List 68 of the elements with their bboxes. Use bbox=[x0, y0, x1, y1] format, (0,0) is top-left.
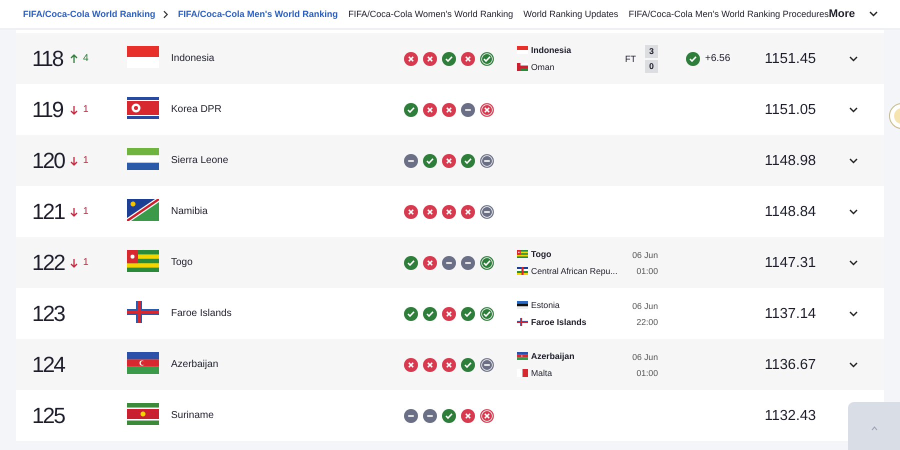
chevron-down-icon bbox=[849, 260, 858, 266]
chevron-down-icon bbox=[849, 362, 858, 368]
rank-number: 123 bbox=[32, 300, 66, 326]
total-points: 1136.67 bbox=[764, 356, 816, 372]
total-points: 1151.45 bbox=[764, 50, 816, 66]
score: 0 bbox=[645, 60, 658, 72]
nav-link[interactable]: World Ranking Updates bbox=[523, 9, 618, 19]
match-time: 01:00 bbox=[636, 368, 658, 378]
match-team: Faroe Islands bbox=[531, 317, 586, 327]
match-team: Estonia bbox=[531, 300, 560, 310]
total-points: 1147.31 bbox=[764, 254, 816, 270]
team-name: Togo bbox=[171, 257, 194, 268]
total-points: 1137.14 bbox=[764, 306, 816, 322]
caret-up-icon bbox=[870, 426, 878, 431]
match-team: Oman bbox=[531, 62, 554, 72]
total-points: 1151.05 bbox=[764, 102, 816, 118]
nav-link[interactable]: FIFA/Coca-Cola Women's World Ranking bbox=[348, 9, 514, 19]
chevron-down-icon bbox=[849, 208, 858, 214]
team-name: Faroe Islands bbox=[171, 308, 233, 319]
team-name: Sierra Leone bbox=[171, 155, 230, 166]
ranking-row[interactable]: 119 1 Korea DPR 1151.05 bbox=[16, 84, 884, 135]
ranking-row[interactable]: 125 Suriname 1132.43 bbox=[16, 390, 884, 441]
match-date: 06 Jun bbox=[632, 300, 658, 310]
match-team: Togo bbox=[531, 249, 552, 259]
rank-number: 121 bbox=[32, 198, 66, 224]
ranking-row[interactable]: 123 Faroe Islands Estonia Faroe Islands 06 Jun 22:00 1137.14 bbox=[16, 288, 884, 339]
ranking-row[interactable]: 121 1 Namibia 1148.84 bbox=[16, 186, 884, 237]
rank-number: 119 bbox=[32, 96, 64, 122]
chevron-down-icon bbox=[849, 56, 858, 62]
rank-number: 122 bbox=[32, 250, 66, 276]
rank-number: 120 bbox=[32, 148, 66, 174]
chevron-down-icon bbox=[849, 310, 858, 316]
team-name: Korea DPR bbox=[171, 104, 223, 115]
total-points: 1148.84 bbox=[764, 204, 816, 220]
rank-number: 124 bbox=[32, 352, 66, 378]
more-menu-button[interactable]: More bbox=[828, 8, 878, 20]
match-team: Malta bbox=[531, 368, 552, 378]
chevron-right-icon bbox=[163, 10, 169, 18]
chevron-down-icon bbox=[849, 106, 858, 112]
rank-change: 1 bbox=[83, 257, 89, 268]
chevron-down-icon bbox=[869, 11, 878, 17]
match-time: 01:00 bbox=[636, 266, 658, 276]
rank-change: 4 bbox=[83, 53, 89, 64]
points-change: +6.56 bbox=[705, 53, 730, 64]
match-team: Azerbaijan bbox=[531, 351, 574, 361]
breadcrumb-link[interactable]: FIFA/Coca-Cola World Ranking bbox=[23, 9, 156, 19]
rank-number: 125 bbox=[32, 402, 66, 428]
score: 3 bbox=[645, 44, 658, 58]
team-name: Indonesia bbox=[171, 53, 216, 64]
match-date: 06 Jun bbox=[632, 250, 658, 260]
team-name: Suriname bbox=[171, 410, 215, 421]
total-points: 1148.98 bbox=[764, 152, 816, 168]
scroll-to-top-button[interactable] bbox=[848, 402, 900, 450]
rank-change: 1 bbox=[83, 206, 89, 217]
rank-change: 1 bbox=[83, 104, 89, 115]
chevron-down-icon bbox=[849, 158, 858, 164]
match-team: Central African Repu... bbox=[531, 266, 618, 276]
total-points: 1132.43 bbox=[764, 408, 816, 424]
nav-link[interactable]: FIFA/Coca-Cola Men's World Ranking Procedures bbox=[628, 9, 829, 19]
match-team: Indonesia bbox=[531, 45, 572, 55]
match-time: 22:00 bbox=[636, 316, 658, 326]
rank-change: 1 bbox=[83, 155, 89, 166]
rank-number: 118 bbox=[32, 46, 64, 72]
breadcrumb-link[interactable]: FIFA/Coca-Cola Men's World Ranking bbox=[178, 9, 338, 19]
team-name: Namibia bbox=[171, 206, 209, 217]
team-name: Azerbaijan bbox=[171, 359, 220, 370]
match-status: FT bbox=[625, 54, 636, 64]
match-date: 06 Jun bbox=[632, 352, 658, 362]
